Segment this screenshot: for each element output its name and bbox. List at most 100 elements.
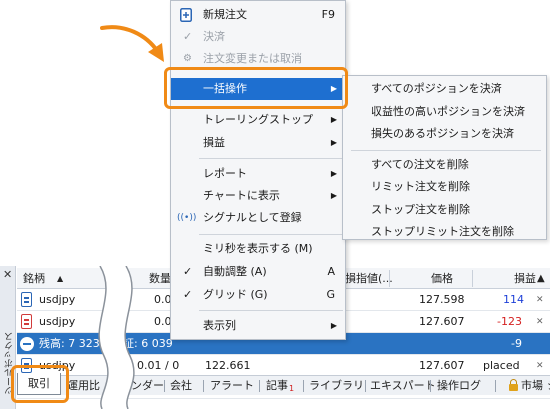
row-symbol: usdjpy [39,315,76,328]
highlight-trade-tab [11,365,69,403]
close-profit-label: 収益性の高いポジションを決済 [371,105,525,118]
highlight-bulk-operations [164,67,348,109]
menu-item-report[interactable]: レポート ▶ [171,163,345,185]
row-profit: 114 [503,293,524,306]
ms-label: ミリ秒を表示する (M) [203,242,313,255]
news-badge: 1 [289,384,295,393]
tab-divider [365,380,366,392]
submenu-item-delete-limit[interactable]: リミット注文を削除 [343,176,546,198]
grid-label: グリッド (G) [203,288,268,301]
submenu-item-close-profitable[interactable]: 収益性の高いポジションを決済 [343,101,546,123]
column-divider[interactable] [472,270,473,287]
header-volume[interactable]: 数量 [149,268,171,289]
column-divider[interactable] [389,270,390,287]
grid-shortcut: G [326,288,335,301]
menu-item-new-order[interactable]: 新規注文 F9 [171,4,345,26]
scroll-up-icon[interactable]: ▲ [537,268,545,289]
submenu-arrow-icon: ▶ [330,115,337,124]
menu-item-grid[interactable]: ✓ グリッド (G) G [171,284,345,306]
tab-divider [495,380,496,392]
new-order-label: 新規注文 [203,8,247,21]
columns-label: 表示列 [203,319,236,332]
close-position-icon[interactable]: ✕ [536,311,544,333]
menu-item-auto-size[interactable]: ✓ 自動調整 (A) A [171,261,345,283]
profit-label: 損益 [203,136,225,149]
close-loss-label: 損失のあるポジションを決済 [371,127,514,140]
tab-news-label: 記事 [266,379,288,392]
tab-journal[interactable]: 操作ログ [437,376,481,396]
submenu-item-delete-stoplimit[interactable]: ストップリミット注文を削除 [343,221,546,243]
close-icon[interactable]: ✕ [3,268,12,281]
delete-all-label: すべての注文を削除 [371,158,469,171]
header-sl[interactable]: 損指値(... [345,268,393,289]
tab-divider [430,380,431,392]
tab-divider [164,380,165,392]
menu-separator [199,310,343,311]
tab-market[interactable]: 市場 [521,376,543,396]
orange-arrow-icon [100,25,164,62]
submenu-item-delete-stop[interactable]: ストップ注文を削除 [343,199,546,221]
bulk-operations-submenu: すべてのポジションを決済 収益性の高いポジションを決済 損失のあるポジションを決… [342,75,547,240]
menu-item-show-on-chart[interactable]: チャートに表示 ▶ [171,185,345,207]
delete-order-icon[interactable]: ✕ [536,355,544,377]
delete-limit-label: リミット注文を削除 [371,180,470,193]
submenu-arrow-icon: ▶ [330,169,337,178]
row-price: 127.598 [419,293,465,306]
submenu-item-close-losing[interactable]: 損失のあるポジションを決済 [343,123,546,145]
row-price: 127.607 [419,359,465,372]
close-label: 決済 [203,30,225,43]
tab-news[interactable]: 記事1 [266,376,294,396]
screen: { "context_menu": { "new_order": "新規注文",… [0,0,550,409]
context-menu: 新規注文 F9 ✓ 決済 ⚙ 注文変更または取消 一括操作 ▶ トレーリングスト… [170,0,346,340]
position-icon [21,292,32,307]
delete-stoplimit-label: ストップリミット注文を削除 [371,225,514,238]
row-profit: -9 [511,337,522,350]
menu-item-register-signal[interactable]: ((•)) シグナルとして登録 [171,207,345,229]
submenu-arrow-icon: ▶ [330,138,337,147]
position-icon [21,314,32,329]
tab-alerts[interactable]: アラート [210,376,254,396]
chart-label: チャートに表示 [203,189,280,202]
check-icon: ✓ [183,30,193,43]
tab-company[interactable]: 会社 [170,376,192,396]
menu-item-columns[interactable]: 表示列 ▶ [171,315,345,337]
tab-library[interactable]: ライブラリ [309,376,364,396]
lock-icon [509,379,518,391]
submenu-item-close-all[interactable]: すべてのポジションを決済 [343,78,546,100]
tab-divider [259,380,260,392]
menu-item-trailing-stop[interactable]: トレーリングストップ ▶ [171,109,345,131]
tab-divider [303,380,304,392]
menu-item-show-milliseconds[interactable]: ミリ秒を表示する (M) [171,238,345,260]
row-open-price: 122.661 [205,359,251,372]
menu-item-close[interactable]: ✓ 決済 [171,26,345,48]
report-label: レポート [203,167,247,180]
menu-item-profit[interactable]: 損益 ▶ [171,132,345,154]
delete-stop-label: ストップ注文を削除 [371,203,470,216]
tab-experts[interactable]: エキスパート [370,376,436,396]
submenu-arrow-icon: ▶ [330,321,337,330]
close-position-icon[interactable]: ✕ [536,289,544,311]
header-symbol[interactable]: 銘柄 [23,268,45,289]
submenu-arrow-icon: ▶ [330,191,337,200]
tab-divider [203,380,204,392]
header-profit[interactable]: 損益 [514,268,536,289]
submenu-item-delete-all[interactable]: すべての注文を削除 [343,154,546,176]
signal-label: シグナルとして登録 [203,211,302,224]
sort-asc-icon[interactable]: ▲ [57,268,63,289]
close-all-label: すべてのポジションを決済 [371,82,502,95]
header-price[interactable]: 価格 [431,268,453,289]
trailing-label: トレーリングストップ [203,113,313,126]
menu-separator [351,150,541,151]
row-price: 127.607 [419,315,465,328]
new-order-shortcut: F9 [321,8,335,21]
new-order-icon [180,8,192,22]
menu-separator [199,158,343,159]
menu-separator [199,234,343,235]
crop-break [98,266,135,409]
check-icon: ✓ [183,265,193,278]
collapse-icon[interactable] [20,337,34,351]
row-symbol: usdjpy [39,293,76,306]
signal-icon: ((•)) [177,213,197,223]
autosize-label: 自動調整 (A) [203,265,267,278]
check-icon: ✓ [183,288,193,301]
